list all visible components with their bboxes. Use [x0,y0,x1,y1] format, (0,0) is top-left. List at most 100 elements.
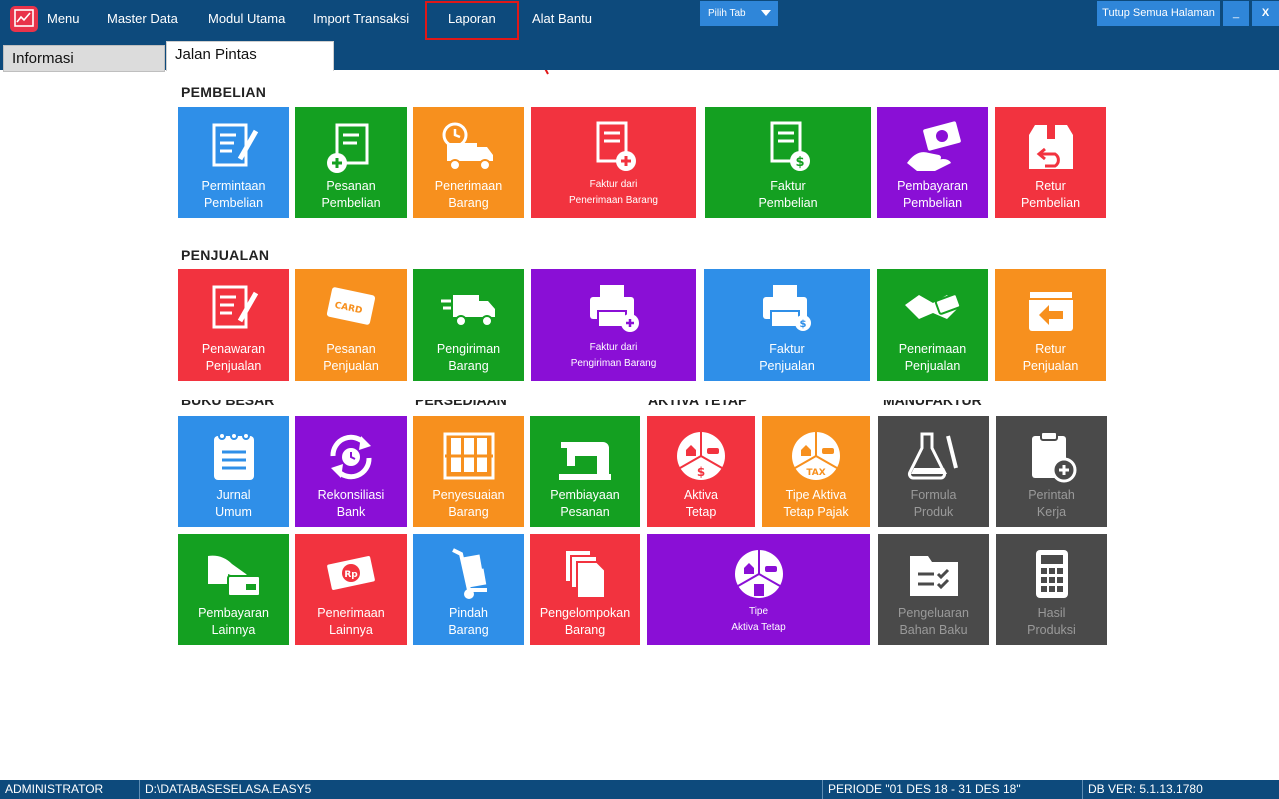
tile-pengiriman-barang[interactable]: Pengiriman Barang [413,269,524,381]
document-pencil-icon [212,123,258,167]
tile-label: Hasil Produksi [1027,606,1076,637]
tile-label: Rekonsiliasi Bank [317,488,385,519]
close-button[interactable]: X [1252,1,1279,26]
svg-text:$: $ [800,319,807,330]
tab-informasi[interactable]: Informasi [3,45,165,72]
tile-pengeluaran-bahan-baku[interactable]: Pengeluaran Bahan Baku [878,534,989,645]
tile-perintah-kerja[interactable]: Perintah Kerja [996,416,1107,527]
tile-label: Pesanan Pembelian [321,179,381,210]
tile-label: Pembayaran Lainnya [198,606,269,637]
tile-hasil-produksi[interactable]: Hasil Produksi [996,534,1107,645]
tile-label: Pindah Barang [448,606,489,637]
clipboard-add-icon [1031,431,1076,483]
tile-permintaan-pembelian[interactable]: Permintaan Pembelian [178,107,289,218]
tile-penyesuaian-barang[interactable]: Penyesuaian Barang [413,416,524,527]
shipping-truck-icon [440,295,495,327]
quotation-pencil-icon [212,285,258,329]
tile-faktur-penjualan[interactable]: $ Faktur Penjualan [704,269,870,381]
hand-card-icon [207,555,261,597]
tile-label: Jurnal Umum [215,488,252,519]
sewing-machine-icon [559,442,611,480]
tile-faktur-dari-pengiriman[interactable]: Faktur dari Pengiriman Barang [531,269,696,381]
svg-text:$: $ [697,465,705,479]
folder-checklist-icon [909,556,958,596]
tile-label: Penawaran Penjualan [201,342,266,373]
tile-label: Retur Pembelian [1020,179,1081,210]
tile-tipe-aktiva-tetap[interactable]: Tipe Aktiva Tetap [647,534,870,645]
tile-label: Penyesuaian Barang [432,488,505,519]
tile-label: Pengeluaran Bahan Baku [898,606,969,637]
close-all-pages-button[interactable]: Tutup Semua Halaman [1097,1,1220,26]
tile-label: Faktur Pembelian [758,179,818,210]
chevron-down-icon [761,10,771,16]
tile-penerimaan-barang[interactable]: Penerimaan Barang [413,107,524,218]
tile-penerimaan-lainnya[interactable]: Rp Penerimaan Lainnya [295,534,407,645]
status-user: ADMINISTRATOR [5,782,104,796]
tile-label: Tipe Aktiva Tetap Pajak [783,488,849,519]
tile-aktiva-tetap[interactable]: $ Aktiva Tetap [647,416,755,527]
tile-tipe-aktiva-pajak[interactable]: TAX Tipe Aktiva Tetap Pajak [762,416,870,527]
app-logo-icon[interactable] [10,6,38,32]
tile-retur-pembelian[interactable]: Retur Pembelian [995,107,1106,218]
tile-label: Penerimaan Lainnya [317,606,385,637]
return-arrow-box-icon [1027,290,1074,331]
tile-pengelompokan-barang[interactable]: Pengelompokan Barang [530,534,640,645]
tile-label: Retur Penjualan [1022,342,1079,373]
tile-retur-penjualan[interactable]: Retur Penjualan [995,269,1106,381]
highlight-box [425,1,519,40]
tile-label: Tipe Aktiva Tetap [731,606,786,633]
status-bar: ADMINISTRATOR D:\DATABASESELASA.EASY5 PE… [0,780,1279,799]
asset-pie-icon: $ [677,432,725,480]
menu-modul-utama[interactable]: Modul Utama [208,0,285,38]
tile-pembayaran-lainnya[interactable]: Pembayaran Lainnya [178,534,289,645]
tile-label: Penerimaan Barang [434,179,503,210]
tile-pesanan-pembelian[interactable]: Pesanan Pembelian [295,107,407,218]
hand-money-icon [906,121,961,171]
tile-label: Faktur Penjualan [759,342,815,373]
status-database: D:\DATABASESELASA.EASY5 [139,780,822,799]
menu-master-data[interactable]: Master Data [107,0,178,38]
rupiah-money-icon: Rp [327,556,375,590]
hand-truck-icon [451,548,487,599]
minimize-button[interactable]: _ [1223,1,1249,26]
section-title-persediaan: PERSEDIAAN [415,400,507,408]
menu-bar: Menu Master Data Modul Utama Import Tran… [0,0,1279,40]
asset-type-pie-icon [734,550,783,598]
tile-penerimaan-penjualan[interactable]: Penerimaan Penjualan [877,269,988,381]
tile-label: Penerimaan Penjualan [898,342,967,373]
tile-pembayaran-pembelian[interactable]: Pembayaran Pembelian [877,107,988,218]
tile-label: Perintah Kerja [1028,488,1075,519]
section-title-pembelian: PEMBELIAN [181,84,267,100]
tile-label: Faktur dari Penerimaan Barang [569,179,658,206]
pilih-tab-dropdown[interactable]: Pilih Tab [700,1,778,26]
shelves-icon [443,432,494,480]
section-title-buku-besar: BUKU BESAR [181,400,275,408]
tile-faktur-dari-penerimaan[interactable]: Faktur dari Penerimaan Barang [531,107,696,218]
printer-add-icon [589,285,639,332]
card-icon: CARD [326,287,376,325]
menu-button[interactable]: Menu [47,0,80,38]
section-title-penjualan: PENJUALAN [181,247,270,263]
stacked-files-icon [564,549,606,599]
tile-pesanan-penjualan[interactable]: CARD Pesanan Penjualan [295,269,407,381]
tile-rekonsiliasi-bank[interactable]: Rekonsiliasi Bank [295,416,407,527]
tile-jurnal-umum[interactable]: Jurnal Umum [178,416,289,527]
tile-label: Pembiayaan Pesanan [550,488,620,519]
tile-pembiayaan-pesanan[interactable]: Pembiayaan Pesanan [530,416,640,527]
tile-faktur-pembelian[interactable]: $ Faktur Pembelian [705,107,871,218]
tile-label: Permintaan Pembelian [201,179,266,210]
menu-import-transaksi[interactable]: Import Transaksi [313,0,409,38]
tile-penawaran-penjualan[interactable]: Penawaran Penjualan [178,269,289,381]
tile-pindah-barang[interactable]: Pindah Barang [413,534,524,645]
tab-jalan-pintas[interactable]: Jalan Pintas [166,41,334,71]
section-title-manufaktur: MANUFAKTUR [883,400,982,408]
journal-icon [213,432,254,480]
flask-icon [907,432,958,480]
svg-text:TAX: TAX [806,468,825,478]
tile-formula-produk[interactable]: Formula Produk [878,416,989,527]
invoice-dollar-icon: $ [770,121,810,171]
asset-tax-pie-icon: TAX [792,432,840,480]
order-add-icon [327,123,369,173]
menu-alat-bantu[interactable]: Alat Bantu [532,0,592,38]
handshake-money-icon [904,293,961,319]
